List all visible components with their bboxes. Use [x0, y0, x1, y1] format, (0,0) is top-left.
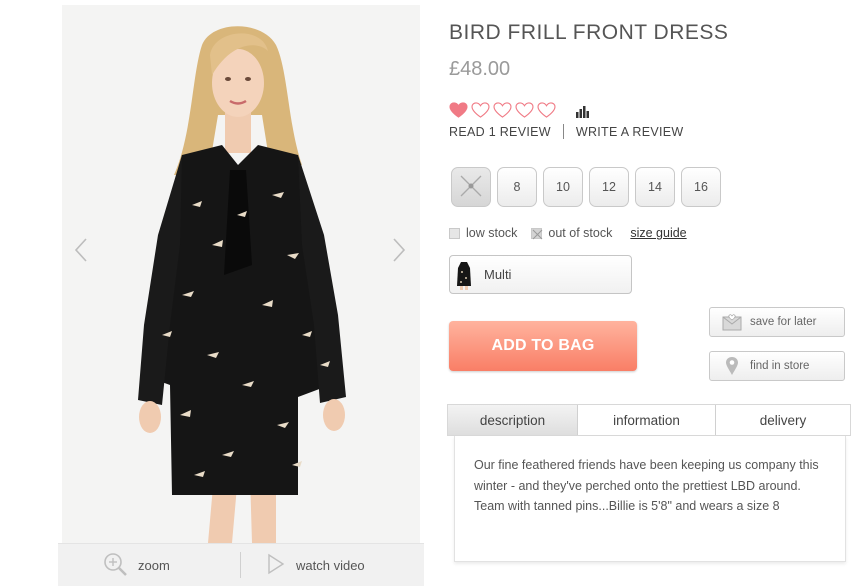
- play-icon: [266, 553, 286, 578]
- out-of-stock-label: out of stock: [548, 226, 613, 240]
- rating-histogram-icon[interactable]: [576, 105, 589, 123]
- envelope-heart-icon: [722, 312, 742, 332]
- colour-swatch-dress-thumbnail: [457, 261, 471, 290]
- watch-video-label: watch video: [296, 557, 365, 573]
- gallery-toolbar: zoom watch video: [58, 543, 424, 586]
- size-option-16[interactable]: 16: [681, 167, 721, 207]
- read-reviews-link[interactable]: READ 1 REVIEW: [449, 125, 551, 139]
- tab-information[interactable]: information: [578, 405, 716, 435]
- description-panel: Our fine feathered friends have been kee…: [454, 436, 846, 562]
- size-crossed-out-icon: [458, 173, 484, 202]
- heart-empty-icon: [471, 102, 490, 118]
- find-in-store-button[interactable]: find in store: [709, 351, 845, 381]
- product-price: £48.00: [449, 58, 511, 80]
- location-pin-icon: [722, 356, 742, 376]
- model-wearing-dress-image: [138, 26, 346, 543]
- heart-empty-icon: [515, 102, 534, 118]
- watch-video-button[interactable]: watch video: [266, 544, 365, 586]
- heart-empty-icon: [537, 102, 556, 118]
- magnifier-icon: [102, 551, 128, 580]
- size-option-12[interactable]: 12: [589, 167, 629, 207]
- tab-delivery[interactable]: delivery: [716, 405, 850, 435]
- colour-selector[interactable]: Multi: [449, 255, 632, 294]
- product-title: BIRD FRILL FRONT DRESS: [449, 21, 729, 44]
- heart-empty-icon: [493, 102, 512, 118]
- heart-filled-icon: [449, 102, 468, 118]
- size-option-8[interactable]: 8: [497, 167, 537, 207]
- tab-description[interactable]: description: [448, 405, 578, 435]
- save-for-later-button[interactable]: save for later: [709, 307, 845, 337]
- size-option-14[interactable]: 14: [635, 167, 675, 207]
- review-links: READ 1 REVIEW WRITE A REVIEW: [449, 124, 684, 139]
- product-gallery: zoom watch video: [58, 5, 424, 586]
- toolbar-divider: [240, 552, 241, 578]
- description-text: Our fine feathered friends have been kee…: [474, 458, 819, 513]
- star-rating: [449, 102, 556, 118]
- next-image-arrow-icon[interactable]: [388, 235, 408, 265]
- write-review-link[interactable]: WRITE A REVIEW: [576, 125, 684, 139]
- save-for-later-label: save for later: [750, 316, 817, 328]
- product-details-tabs: description information delivery: [447, 404, 851, 436]
- low-stock-swatch: [449, 227, 460, 239]
- zoom-label: zoom: [138, 557, 170, 573]
- stock-legend: low stock out of stock size guide: [449, 226, 687, 240]
- selected-colour-label: Multi: [484, 267, 512, 282]
- size-guide-link[interactable]: size guide: [630, 226, 686, 240]
- size-option-out-of-stock[interactable]: [451, 167, 491, 207]
- review-separator: [562, 124, 564, 139]
- low-stock-label: low stock: [466, 226, 518, 240]
- product-photo[interactable]: [62, 5, 420, 543]
- previous-image-arrow-icon[interactable]: [72, 235, 92, 265]
- zoom-button[interactable]: zoom: [102, 544, 170, 586]
- find-in-store-label: find in store: [750, 360, 810, 372]
- add-to-bag-button[interactable]: ADD TO BAG: [449, 321, 637, 371]
- out-of-stock-swatch-icon: [531, 227, 543, 239]
- size-option-10[interactable]: 10: [543, 167, 583, 207]
- size-selector: 8 10 12 14 16: [451, 167, 721, 207]
